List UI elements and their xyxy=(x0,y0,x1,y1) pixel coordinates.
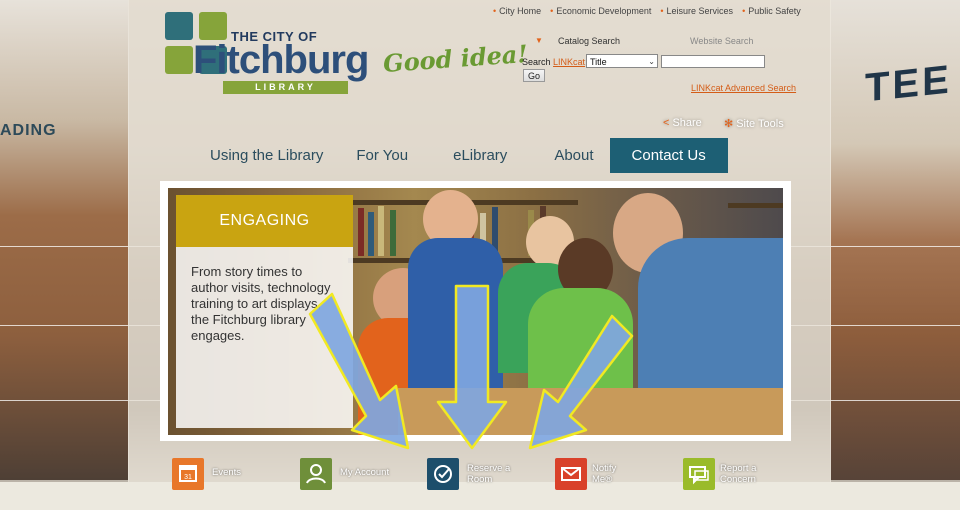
search-label-prefix: Search xyxy=(522,57,551,67)
search-type-value: Title xyxy=(590,57,607,67)
top-link-leisure-services[interactable]: Leisure Services xyxy=(660,6,734,16)
background-left-hall xyxy=(0,0,128,480)
arrow-left-icon xyxy=(308,292,410,450)
envelope-icon xyxy=(555,458,587,490)
nav-item-about[interactable]: About xyxy=(534,138,599,173)
nav-item-contact-us[interactable]: Contact Us xyxy=(609,138,728,173)
annotation-arrows xyxy=(308,284,634,450)
linkcat-link[interactable]: LINKcat xyxy=(553,57,585,67)
background-sign-left: ADING xyxy=(0,122,57,139)
tab-website-search[interactable]: Website Search xyxy=(690,36,753,46)
svg-text:31: 31 xyxy=(184,474,192,481)
top-links: City Home Economic Development Leisure S… xyxy=(493,6,801,16)
quick-link-label: Events xyxy=(212,467,242,478)
person-icon xyxy=(300,458,332,490)
logo-sub: LIBRARY xyxy=(223,81,348,94)
go-button[interactable]: Go xyxy=(523,69,545,82)
share-button[interactable]: < Share xyxy=(663,117,702,129)
logo-line2: Fitchburg xyxy=(193,38,369,82)
hero-heading: ENGAGING xyxy=(176,195,353,247)
nav-item-elibrary[interactable]: eLibrary xyxy=(426,138,534,173)
site-tools-label: Site Tools xyxy=(736,118,784,130)
share-icon: < xyxy=(663,117,670,129)
advanced-search-link[interactable]: LINKcat Advanced Search xyxy=(691,83,796,93)
search-label: Search LINKcat: xyxy=(522,57,588,67)
quick-link-label: Notify Me® xyxy=(592,463,617,485)
search-type-select[interactable]: Title ⌄ xyxy=(586,54,658,68)
nav-item-for-you[interactable]: For You xyxy=(338,138,426,173)
arrow-right-icon xyxy=(528,314,634,450)
top-link-public-safety[interactable]: Public Safety xyxy=(742,6,801,16)
chevron-down-icon: ⌄ xyxy=(648,57,655,66)
quick-links-bar xyxy=(0,482,960,510)
speech-bubble-icon xyxy=(683,458,715,490)
tab-catalog-search[interactable]: Catalog Search xyxy=(558,36,620,46)
background-sign-right: TEE xyxy=(865,57,952,111)
quick-link-label: Report a Concern xyxy=(720,463,757,485)
top-link-economic-development[interactable]: Economic Development xyxy=(550,6,651,16)
calendar-icon: 31 xyxy=(172,458,204,490)
search-input[interactable] xyxy=(661,55,765,68)
tab-indicator-icon: ▼ xyxy=(535,36,543,45)
share-label: Share xyxy=(672,117,702,129)
gear-icon: ✻ xyxy=(724,118,734,130)
quick-link-label: My Account xyxy=(340,467,390,478)
arrow-center-icon xyxy=(436,284,508,450)
quick-link-label: Reserve a Room xyxy=(467,463,511,485)
nav-item-using-the-library[interactable]: Using the Library xyxy=(195,138,338,173)
main-nav: Using the Library For You eLibrary About… xyxy=(195,138,728,173)
check-icon xyxy=(427,458,459,490)
site-tools-button[interactable]: ✻ Site Tools xyxy=(724,117,784,130)
top-link-city-home[interactable]: City Home xyxy=(493,6,541,16)
